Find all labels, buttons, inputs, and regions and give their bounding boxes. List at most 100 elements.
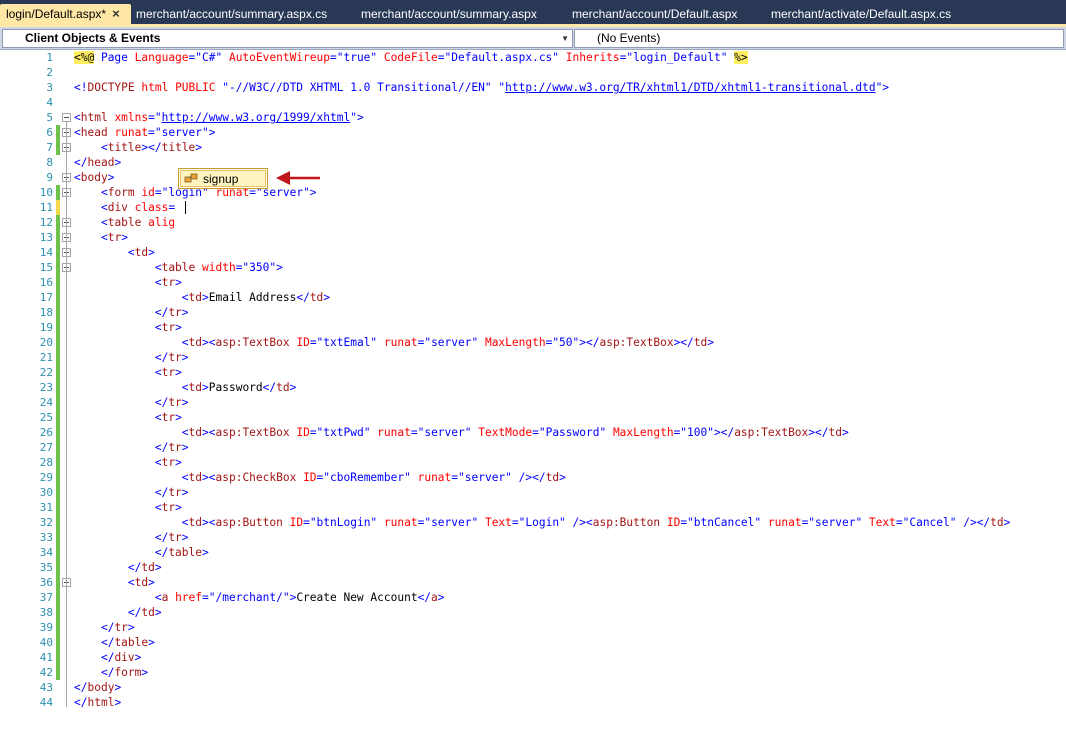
- tab-login-default-aspx[interactable]: login/Default.aspx* ×: [0, 4, 131, 24]
- code-line[interactable]: 38 </td>: [0, 605, 1066, 620]
- code-line[interactable]: 32 <td><asp:Button ID="btnLogin" runat="…: [0, 515, 1066, 530]
- code-line[interactable]: 21 </tr>: [0, 350, 1066, 365]
- line-number: 24: [39, 396, 53, 409]
- code-token: ="Login" /><: [511, 516, 593, 529]
- code-line[interactable]: 17 <td>Email Address</td>: [0, 290, 1066, 305]
- code-line[interactable]: 5 <html xmlns="http://www.w3.org/1999/xht…: [0, 110, 1066, 125]
- code-line[interactable]: 36 <td>: [0, 575, 1066, 590]
- code-token: table: [107, 216, 142, 229]
- completion-item[interactable]: signup: [180, 170, 266, 187]
- code-token: <: [181, 336, 189, 349]
- change-marker: [56, 440, 60, 455]
- change-marker: [56, 245, 60, 260]
- line-number: 44: [39, 696, 53, 709]
- change-marker: [56, 335, 60, 350]
- code-text: <table alig: [74, 215, 175, 230]
- code-line[interactable]: 43 </body>: [0, 680, 1066, 695]
- code-line[interactable]: 27 </tr>: [0, 440, 1066, 455]
- code-token: asp:TextBox: [215, 336, 290, 349]
- code-line[interactable]: 6 <head runat="server">: [0, 125, 1066, 140]
- dropdown-arrow-icon[interactable]: ▼: [561, 30, 569, 47]
- code-line[interactable]: 40 </table>: [0, 635, 1066, 650]
- line-number: 7: [46, 141, 53, 154]
- code-line[interactable]: 41 </div>: [0, 650, 1066, 665]
- change-marker: [56, 275, 60, 290]
- code-line[interactable]: 3 <!DOCTYPE html PUBLIC "-//W3C//DTD XHTM…: [0, 80, 1066, 95]
- code-token: tr: [168, 396, 182, 409]
- code-line[interactable]: 25 <tr>: [0, 410, 1066, 425]
- code-line[interactable]: 22 <tr>: [0, 365, 1066, 380]
- code-line[interactable]: 29 <td><asp:CheckBox ID="cboRemember" ru…: [0, 470, 1066, 485]
- code-line[interactable]: 1 <%@ Page Language="C#" AutoEventWireup=…: [0, 50, 1066, 65]
- line-number: 39: [39, 621, 53, 634]
- tab-label: merchant/account/summary.aspx: [361, 7, 537, 21]
- code-token: </: [100, 636, 115, 649]
- code-line[interactable]: 18 </tr>: [0, 305, 1066, 320]
- tab-merchant-account-summary-aspx-cs[interactable]: merchant/account/summary.aspx.cs: [130, 4, 340, 24]
- change-marker: [56, 605, 60, 620]
- line-number: 34: [39, 546, 53, 559]
- code-line[interactable]: 26 <td><asp:TextBox ID="txtPwd" runat="s…: [0, 425, 1066, 440]
- code-line[interactable]: 31 <tr>: [0, 500, 1066, 515]
- code-token: >: [107, 171, 115, 184]
- code-line[interactable]: 9 <body>: [0, 170, 1066, 185]
- tab-merchant-activate-default-aspx-cs[interactable]: merchant/activate/Default.aspx.cs: [765, 4, 965, 24]
- code-token: >: [127, 621, 135, 634]
- code-line[interactable]: 19 <tr>: [0, 320, 1066, 335]
- client-objects-combo[interactable]: Client Objects & Events ▼: [2, 29, 573, 48]
- code-line[interactable]: 28 <tr>: [0, 455, 1066, 470]
- close-icon[interactable]: ×: [112, 4, 120, 24]
- code-token: </: [74, 681, 88, 694]
- code-token: </: [74, 156, 88, 169]
- code-line[interactable]: 34 </table>: [0, 545, 1066, 560]
- code-token: tr: [161, 276, 176, 289]
- code-token: >: [175, 366, 182, 379]
- code-token: runat: [377, 426, 411, 439]
- code-token: <: [181, 471, 189, 484]
- line-number: 35: [39, 561, 53, 574]
- code-line[interactable]: 44 </html>: [0, 695, 1066, 710]
- code-editor[interactable]: 1 <%@ Page Language="C#" AutoEventWireup=…: [0, 50, 1066, 729]
- code-token: ="txtPwd": [309, 426, 378, 439]
- code-line[interactable]: 37 < a href="/merchant/">Create New Accou…: [0, 590, 1066, 605]
- tab-merchant-account-default-aspx[interactable]: merchant/account/Default.aspx: [566, 4, 756, 24]
- events-combo[interactable]: (No Events): [574, 29, 1064, 48]
- code-token: >: [323, 291, 331, 304]
- code-line[interactable]: 15 <table width="350">: [0, 260, 1066, 275]
- code-token: alig: [141, 216, 176, 229]
- tab-label: merchant/account/summary.aspx.cs: [136, 7, 328, 21]
- code-line[interactable]: 13 <tr>: [0, 230, 1066, 245]
- code-line[interactable]: 4: [0, 95, 1066, 110]
- code-line[interactable]: 24 </tr>: [0, 395, 1066, 410]
- code-line[interactable]: 14 <td>: [0, 245, 1066, 260]
- code-text: </table>: [74, 545, 209, 560]
- code-line[interactable]: 16 <tr>: [0, 275, 1066, 290]
- code-token: <: [154, 411, 162, 424]
- code-text: <td><asp:TextBox ID="txtEmal" runat="ser…: [74, 335, 714, 350]
- change-marker: [56, 200, 60, 215]
- code-line[interactable]: 42 </form>: [0, 665, 1066, 680]
- code-text: </tr>: [74, 620, 135, 635]
- code-line[interactable]: 8 </head>: [0, 155, 1066, 170]
- code-line[interactable]: 7 <title></title>: [0, 140, 1066, 155]
- change-marker: [56, 470, 60, 485]
- code-line[interactable]: 12 <table alig: [0, 215, 1066, 230]
- code-text: </tr>: [74, 485, 189, 500]
- code-line[interactable]: 2: [0, 65, 1066, 80]
- code-line[interactable]: 23 <td>Password</td>: [0, 380, 1066, 395]
- code-line[interactable]: 20 <td><asp:TextBox ID="txtEmal" runat="…: [0, 335, 1066, 350]
- code-line[interactable]: 10 <form id="login" runat="server">: [0, 185, 1066, 200]
- code-line[interactable]: 30 </tr>: [0, 485, 1066, 500]
- code-line[interactable]: 11 <div class=: [0, 200, 1066, 215]
- line-number: 17: [39, 291, 53, 304]
- code-line[interactable]: 35 </td>: [0, 560, 1066, 575]
- code-line[interactable]: 39 </tr>: [0, 620, 1066, 635]
- tab-merchant-account-summary-aspx[interactable]: merchant/account/summary.aspx: [355, 4, 555, 24]
- code-line[interactable]: 33 </tr>: [0, 530, 1066, 545]
- collapse-icon[interactable]: [62, 113, 71, 122]
